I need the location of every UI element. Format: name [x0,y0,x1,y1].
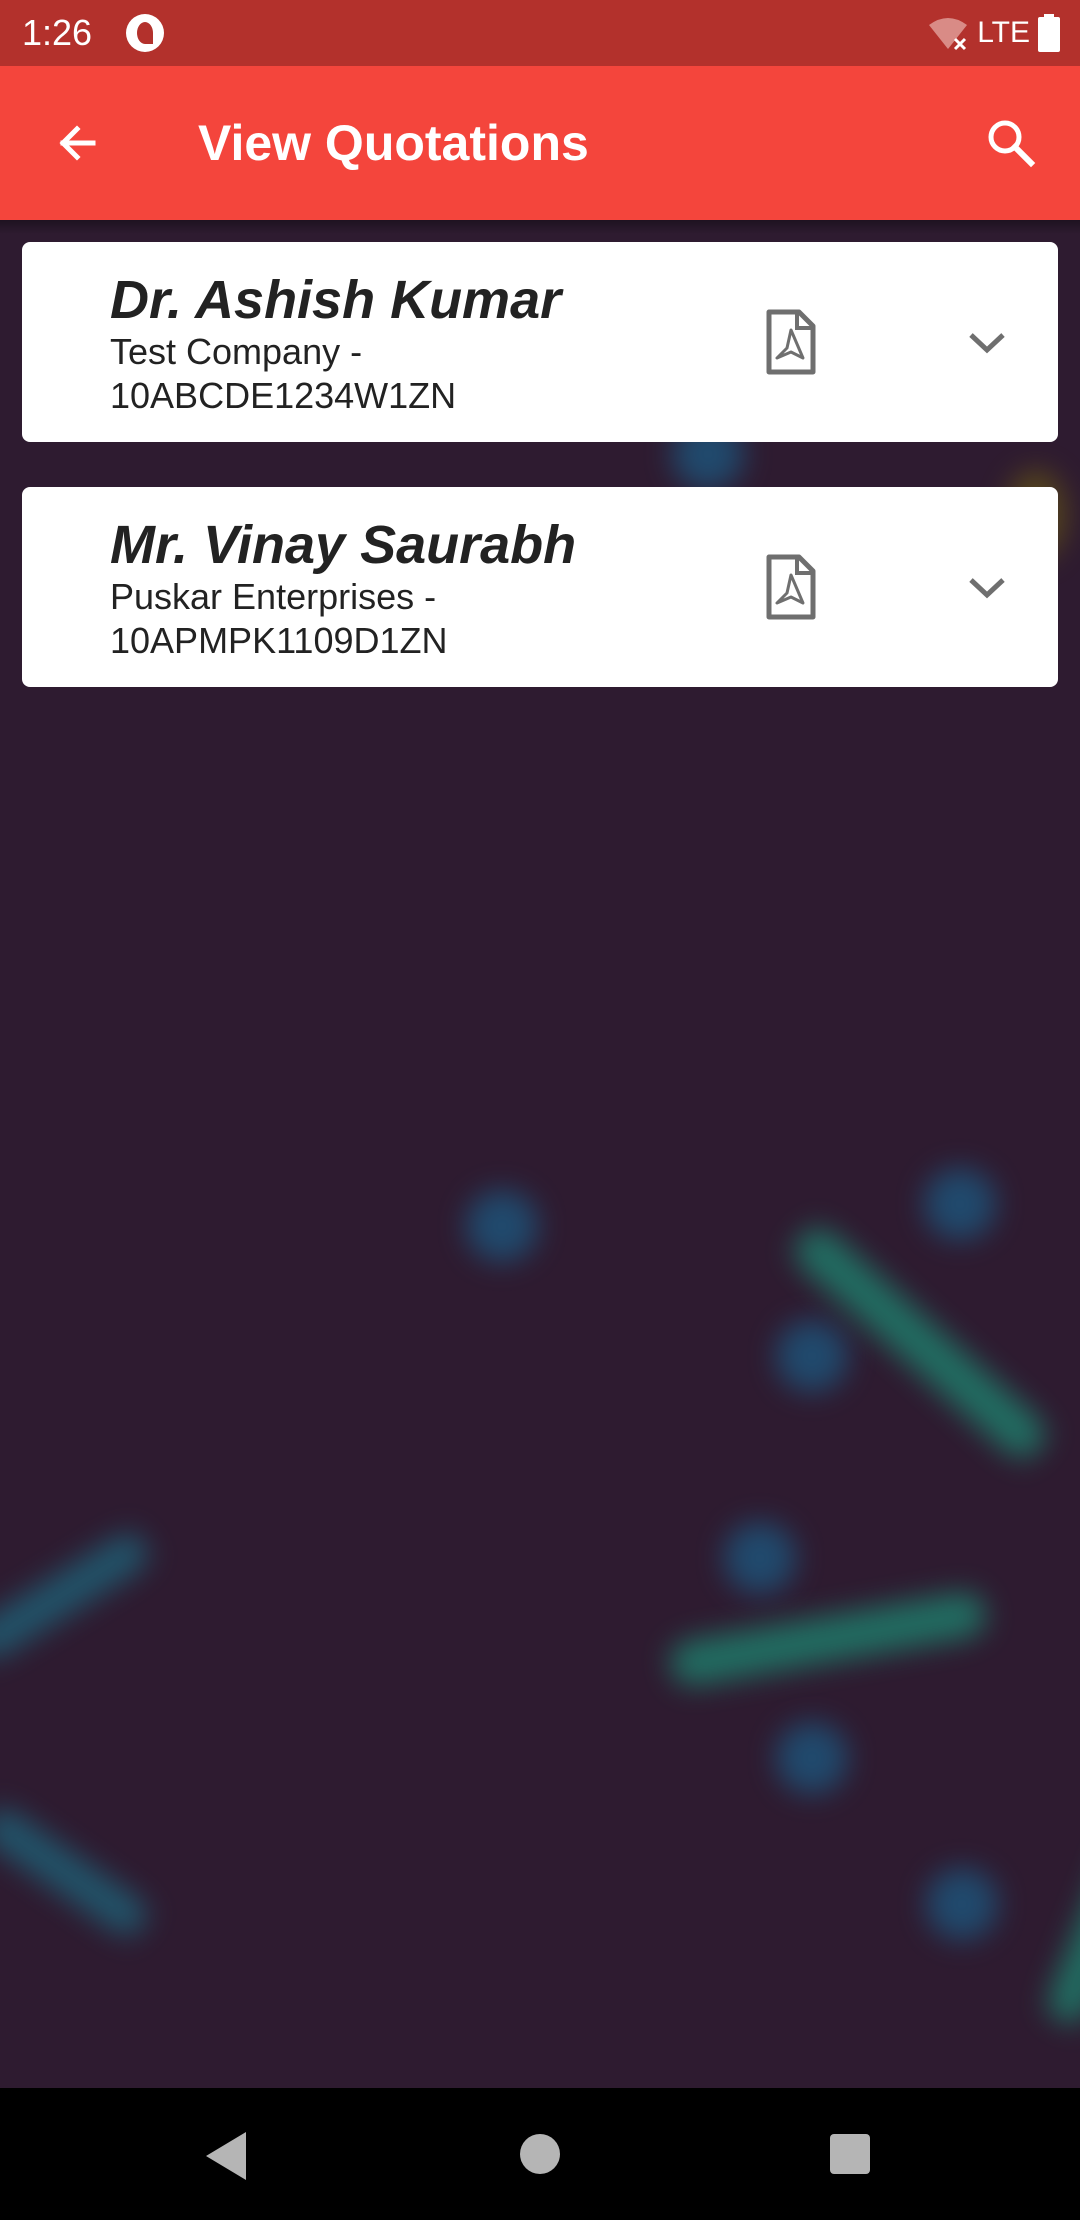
page-title: View Quotations [198,115,589,171]
customer-name: Mr. Vinay Saurabh [110,515,577,575]
quotation-card[interactable]: Dr. Ashish Kumar Test Company - 10ABCDE1… [22,242,1058,442]
company-name: Puskar Enterprises - [110,576,437,617]
nav-back-icon[interactable] [200,2128,260,2184]
back-button[interactable] [44,110,110,176]
company-details: Test Company - 10ABCDE1234W1ZN [110,330,456,418]
arrow-back-icon [59,125,96,161]
search-icon [988,120,1036,168]
background-streak [0,1801,155,1943]
background-dot [466,1190,538,1262]
company-gstin: 10ABCDE1234W1ZN [110,375,457,416]
background-dot [924,1168,996,1240]
status-icons: LTE [927,12,1060,54]
wifi-off-icon [929,18,968,51]
system-navigation-bar [0,2088,1080,2220]
quotation-card[interactable]: Mr. Vinay Saurabh Puskar Enterprises - 1… [22,487,1058,687]
pdf-file-icon [766,554,816,620]
nav-recents-icon[interactable] [830,2134,870,2174]
customer-name: Dr. Ashish Kumar [110,270,562,330]
background-dot [724,1522,796,1594]
view-pdf-button[interactable] [756,547,826,627]
expand-button[interactable] [952,553,1022,623]
background-streak [0,1526,156,1666]
company-gstin: 10APMPK1109D1ZN [110,620,448,661]
status-time: 1:26 [22,12,93,53]
screen: 1:26 LTE View Quotations Dr. Ashish Kuma… [0,0,1080,2220]
view-pdf-button[interactable] [756,302,826,382]
chevron-down-icon [969,578,1005,599]
app-bar-shadow [0,220,1080,234]
background-dot [776,1722,848,1794]
expand-button[interactable] [952,308,1022,378]
background-streak [1041,1772,1080,2030]
status-network-label: LTE [977,16,1030,49]
app-notification-icon [126,14,164,52]
app-bar: View Quotations [0,66,1080,220]
search-button[interactable] [978,110,1044,176]
background-streak [666,1588,990,1690]
status-bar: 1:26 LTE [0,0,1080,66]
nav-home-icon[interactable] [520,2134,560,2174]
company-details: Puskar Enterprises - 10APMPK1109D1ZN [110,575,448,663]
pdf-file-icon [766,309,816,375]
chevron-down-icon [969,333,1005,354]
company-name: Test Company - [110,331,363,372]
background-dot [776,1320,848,1392]
battery-icon [1038,14,1060,52]
background-dot [926,1868,998,1940]
